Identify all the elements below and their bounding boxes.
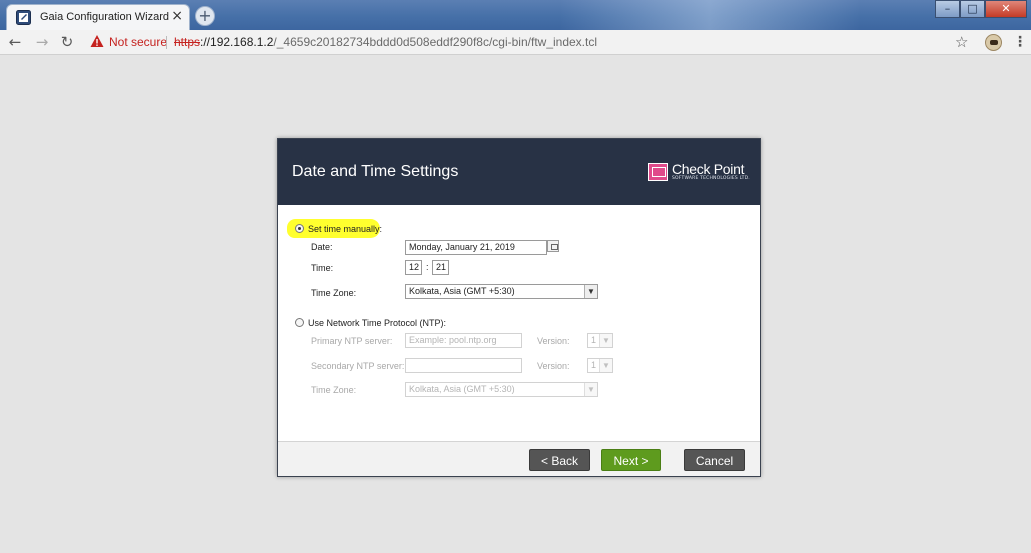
set-time-manually-radio[interactable] (295, 224, 304, 233)
dialog-title: Date and Time Settings (292, 163, 459, 180)
primary-ntp-label: Primary NTP server: (311, 336, 393, 346)
secondary-version-select[interactable]: 1 ▼ (587, 358, 613, 373)
kebab-menu-icon[interactable]: ⋮ (1013, 33, 1027, 51)
chevron-down-icon[interactable]: ▼ (584, 285, 597, 298)
url-text[interactable]: https://192.168.1.2/_4659c20182734bddd0d… (174, 33, 597, 52)
wizard-favicon-icon (16, 10, 31, 25)
hour-field[interactable]: 12 (405, 260, 422, 275)
cancel-button[interactable]: Cancel (684, 449, 745, 471)
address-bar[interactable]: Not secure https://192.168.1.2/_4659c201… (84, 33, 934, 52)
secondary-version-label: Version: (537, 361, 570, 371)
not-secure-label[interactable]: Not secure (109, 33, 167, 52)
close-window-button[interactable]: ✕ (985, 0, 1027, 18)
warning-icon (90, 35, 104, 47)
time-colon: : (426, 262, 429, 272)
secondary-version-value: 1 (591, 360, 597, 370)
window-controls: – □ ✕ (935, 0, 1027, 18)
check-point-logo-icon (648, 163, 668, 181)
use-ntp-label[interactable]: Use Network Time Protocol (NTP): (308, 318, 446, 328)
date-label: Date: (311, 242, 333, 252)
chevron-down-icon[interactable]: ▼ (584, 383, 597, 396)
primary-version-select[interactable]: 1 ▼ (587, 333, 613, 348)
check-point-logo: Check Point SOFTWARE TECHNOLOGIES LTD. (648, 161, 750, 183)
dialog-body: Set time manually: Date: Monday, January… (278, 205, 760, 441)
timezone-select-value: Kolkata, Asia (GMT +5:30) (409, 286, 515, 296)
profile-avatar-icon[interactable] (985, 34, 1002, 51)
minute-field[interactable]: 21 (432, 260, 449, 275)
reload-icon[interactable]: ↻ (58, 33, 76, 51)
url-scheme: https (174, 35, 201, 49)
next-button[interactable]: Next > (601, 449, 661, 471)
use-ntp-radio[interactable] (295, 318, 304, 327)
browser-tab[interactable]: Gaia Configuration Wizard × (6, 4, 190, 30)
chevron-down-icon[interactable]: ▼ (599, 334, 612, 347)
ntp-timezone-value: Kolkata, Asia (GMT +5:30) (409, 384, 515, 394)
set-time-manually-label[interactable]: Set time manually: (308, 224, 382, 234)
url-host: ://192.168.1.2 (200, 35, 274, 49)
logo-name: Check Point (672, 161, 745, 177)
browser-toolbar: ← → ↻ Not secure https://192.168.1.2/_46… (0, 30, 1031, 55)
date-field[interactable]: Monday, January 21, 2019 (405, 240, 547, 255)
star-icon[interactable]: ☆ (955, 33, 968, 51)
primary-version-value: 1 (591, 335, 597, 345)
url-path: /_4659c20182734bddd0d508eddf290f8c/cgi-b… (273, 35, 598, 49)
timezone-select[interactable]: Kolkata, Asia (GMT +5:30) ▼ (405, 284, 598, 299)
new-tab-button[interactable]: + (195, 6, 215, 26)
maximize-button[interactable]: □ (960, 0, 985, 18)
dialog-footer: < Back Next > Cancel (278, 441, 760, 476)
titlebar-sheen (560, 0, 860, 30)
dialog-header: Date and Time Settings Check Point SOFTW… (278, 139, 760, 205)
logo-subtitle: SOFTWARE TECHNOLOGIES LTD. (672, 176, 750, 181)
back-button[interactable]: < Back (529, 449, 590, 471)
wizard-dialog: Date and Time Settings Check Point SOFTW… (277, 138, 761, 477)
ntp-timezone-select[interactable]: Kolkata, Asia (GMT +5:30) ▼ (405, 382, 598, 397)
forward-arrow-icon[interactable]: → (33, 33, 51, 51)
calendar-icon[interactable] (547, 240, 559, 252)
address-separator (166, 36, 167, 49)
browser-titlebar: Gaia Configuration Wizard × + – □ ✕ (0, 0, 1031, 30)
chevron-down-icon[interactable]: ▼ (599, 359, 612, 372)
timezone-label: Time Zone: (311, 288, 357, 298)
secondary-ntp-label: Secondary NTP server: (311, 361, 405, 371)
secondary-ntp-input[interactable] (405, 358, 522, 373)
tab-close-icon[interactable]: × (171, 8, 183, 24)
back-arrow-icon[interactable]: ← (6, 33, 24, 51)
ntp-timezone-label: Time Zone: (311, 385, 357, 395)
tab-title: Gaia Configuration Wizard (40, 11, 170, 23)
primary-ntp-input[interactable]: Example: pool.ntp.org (405, 333, 522, 348)
primary-version-label: Version: (537, 336, 570, 346)
time-label: Time: (311, 263, 334, 273)
minimize-button[interactable]: – (935, 0, 960, 18)
